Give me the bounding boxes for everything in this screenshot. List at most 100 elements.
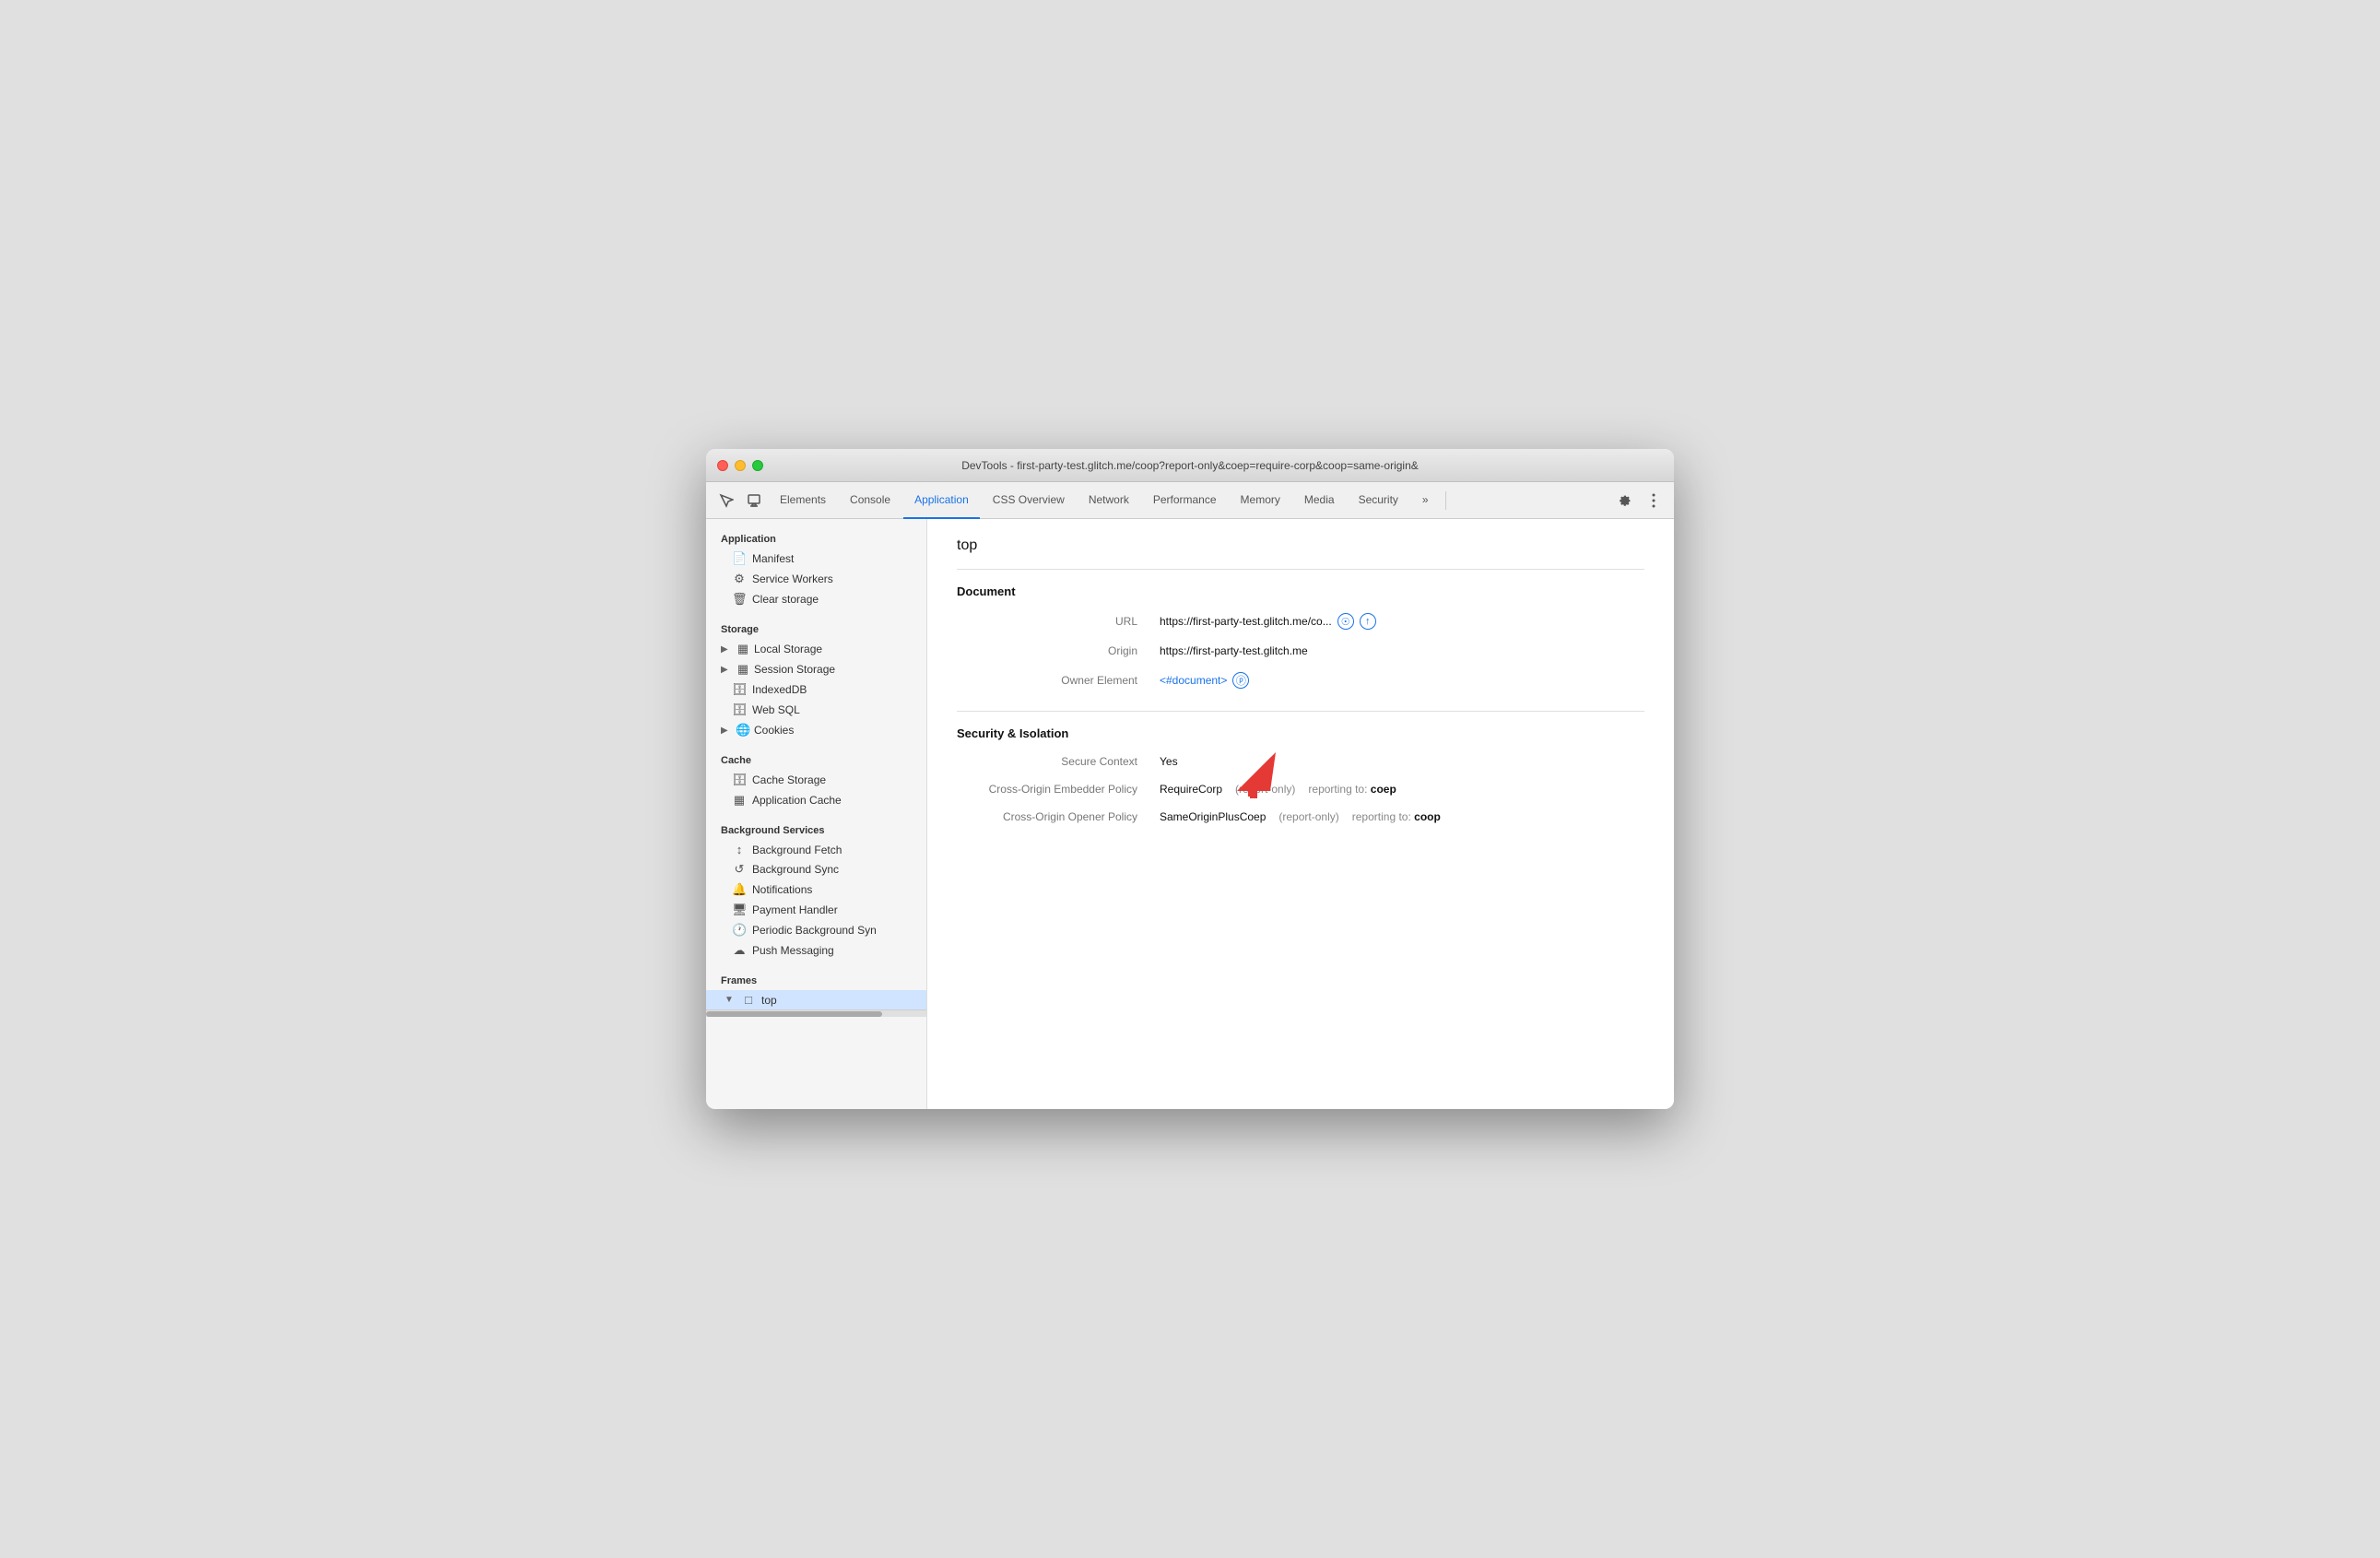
coep-field-row: Cross-Origin Embedder Policy RequireCorp… xyxy=(957,783,1644,796)
clear-storage-icon: 🗑 xyxy=(732,592,747,607)
coop-mode-text: (report-only) xyxy=(1278,810,1338,823)
sidebar-item-label: Clear storage xyxy=(752,593,819,606)
content-area: top Document URL https://first-party-tes… xyxy=(927,519,1674,1109)
security-heading: Security & Isolation xyxy=(957,726,1644,740)
sidebar-item-label: Background Sync xyxy=(752,863,839,876)
sidebar-item-label: Local Storage xyxy=(754,643,822,655)
settings-icon[interactable] xyxy=(1611,488,1637,513)
owner-element-link[interactable]: <#document> xyxy=(1160,674,1227,687)
document-section: Document URL https://first-party-test.gl… xyxy=(957,584,1644,689)
owner-element-value: <#document> ⓟ xyxy=(1160,672,1249,689)
sidebar-item-push-messaging[interactable]: ☁ Push Messaging xyxy=(706,940,926,961)
background-sync-icon: ↺ xyxy=(732,862,747,877)
tab-security[interactable]: Security xyxy=(1348,482,1409,519)
sidebar-item-label: Manifest xyxy=(752,552,794,565)
close-button[interactable] xyxy=(717,460,728,471)
coop-reporting-text: reporting to: coop xyxy=(1352,810,1441,823)
sidebar-item-periodic-background-sync[interactable]: 🕐 Periodic Background Syn xyxy=(706,920,926,940)
owner-element-icon[interactable]: ⓟ xyxy=(1232,672,1249,689)
coep-reporting-text: reporting to: coep xyxy=(1308,783,1396,796)
origin-label: Origin xyxy=(957,644,1160,657)
tab-elements[interactable]: Elements xyxy=(769,482,837,519)
coep-value: RequireCorp (report-only) reporting to: … xyxy=(1160,783,1396,796)
owner-element-label: Owner Element xyxy=(957,674,1160,687)
sidebar-item-service-workers[interactable]: ⚙ Service Workers xyxy=(706,569,926,589)
divider-4 xyxy=(706,961,926,968)
divider-document xyxy=(957,569,1644,570)
devtools-window: DevTools - first-party-test.glitch.me/co… xyxy=(706,449,1674,1109)
expand-arrow-icon: ▶ xyxy=(721,644,732,655)
maximize-button[interactable] xyxy=(752,460,763,471)
url-navigate-icon[interactable]: ↑ xyxy=(1360,613,1376,630)
url-field-row: URL https://first-party-test.glitch.me/c… xyxy=(957,613,1644,630)
page-title: top xyxy=(957,537,1644,554)
toolbar-right xyxy=(1611,488,1667,513)
secure-context-text: Yes xyxy=(1160,755,1178,768)
cookies-icon: 🌐 xyxy=(736,723,750,738)
coep-endpoint: coep xyxy=(1371,783,1396,796)
sidebar-item-web-sql[interactable]: 🗄 Web SQL xyxy=(706,700,926,720)
sidebar-item-indexeddb[interactable]: 🗄 IndexedDB xyxy=(706,679,926,700)
sidebar-item-label: Application Cache xyxy=(752,794,842,807)
document-heading: Document xyxy=(957,584,1644,598)
local-storage-icon: ▦ xyxy=(736,642,750,656)
payment-handler-icon: 🖥 xyxy=(732,903,747,917)
inspect-icon[interactable] xyxy=(713,488,739,513)
expand-arrow-icon: ▶ xyxy=(721,726,732,736)
toolbar-separator xyxy=(1445,491,1446,510)
secure-context-value: Yes xyxy=(1160,755,1220,768)
sidebar-item-background-fetch[interactable]: ↕ Background Fetch xyxy=(706,840,926,859)
tab-console[interactable]: Console xyxy=(839,482,901,519)
web-sql-icon: 🗄 xyxy=(732,702,747,717)
tab-application[interactable]: Application xyxy=(903,482,980,519)
toolbar: Elements Console Application CSS Overvie… xyxy=(706,482,1674,519)
sidebar-item-session-storage[interactable]: ▶ ▦ Session Storage xyxy=(706,659,926,679)
divider-1 xyxy=(706,609,926,617)
sidebar-item-cookies[interactable]: ▶ 🌐 Cookies xyxy=(706,720,926,740)
tab-network[interactable]: Network xyxy=(1078,482,1140,519)
expand-arrow-icon: ▼ xyxy=(725,995,736,1005)
sidebar-item-label: Payment Handler xyxy=(752,903,838,916)
tab-css-overview[interactable]: CSS Overview xyxy=(982,482,1076,519)
storage-section-label: Storage xyxy=(706,617,926,639)
tab-more[interactable]: » xyxy=(1411,482,1440,519)
sidebar-item-clear-storage[interactable]: 🗑 Clear storage xyxy=(706,589,926,609)
coep-value-text: RequireCorp xyxy=(1160,783,1222,796)
content-inner: top Document URL https://first-party-tes… xyxy=(927,519,1674,864)
more-icon[interactable] xyxy=(1641,488,1667,513)
origin-field-row: Origin https://first-party-test.glitch.m… xyxy=(957,644,1644,657)
tab-media[interactable]: Media xyxy=(1293,482,1346,519)
url-origin-link-icon[interactable]: ☉ xyxy=(1337,613,1354,630)
sidebar-item-local-storage[interactable]: ▶ ▦ Local Storage xyxy=(706,639,926,659)
sidebar-item-label: Web SQL xyxy=(752,703,800,716)
sidebar-item-background-sync[interactable]: ↺ Background Sync xyxy=(706,859,926,879)
sidebar-item-label: Background Fetch xyxy=(752,844,842,856)
sidebar-item-notifications[interactable]: 🔔 Notifications xyxy=(706,879,926,900)
manifest-icon: 📄 xyxy=(732,551,747,566)
sidebar-item-application-cache[interactable]: ▦ Application Cache xyxy=(706,790,926,810)
divider-security xyxy=(957,711,1644,712)
titlebar: DevTools - first-party-test.glitch.me/co… xyxy=(706,449,1674,482)
frame-icon: □ xyxy=(741,993,756,1007)
coop-value: SameOriginPlusCoep (report-only) reporti… xyxy=(1160,810,1441,823)
sidebar-scrollbar[interactable] xyxy=(706,1009,926,1017)
sidebar-scrollbar-thumb xyxy=(706,1011,882,1017)
tab-memory[interactable]: Memory xyxy=(1230,482,1291,519)
sidebar-item-label: Notifications xyxy=(752,883,812,896)
sidebar-item-cache-storage[interactable]: 🗄 Cache Storage xyxy=(706,770,926,790)
application-section-label: Application xyxy=(706,526,926,549)
application-cache-icon: ▦ xyxy=(732,793,747,808)
sidebar-item-top-frame[interactable]: ▼ □ top xyxy=(706,990,926,1009)
session-storage-icon: ▦ xyxy=(736,662,750,677)
divider-3 xyxy=(706,810,926,818)
minimize-button[interactable] xyxy=(735,460,746,471)
tab-performance[interactable]: Performance xyxy=(1142,482,1228,519)
sidebar-item-label: Session Storage xyxy=(754,663,835,676)
sidebar-item-payment-handler[interactable]: 🖥 Payment Handler xyxy=(706,900,926,920)
coop-field-row: Cross-Origin Opener Policy SameOriginPlu… xyxy=(957,810,1644,823)
sidebar-item-manifest[interactable]: 📄 Manifest xyxy=(706,549,926,569)
coop-label: Cross-Origin Opener Policy xyxy=(957,810,1160,823)
url-text: https://first-party-test.glitch.me/co... xyxy=(1160,615,1332,628)
security-section: Security & Isolation Secure Context Yes xyxy=(957,726,1644,823)
device-icon[interactable] xyxy=(741,488,767,513)
